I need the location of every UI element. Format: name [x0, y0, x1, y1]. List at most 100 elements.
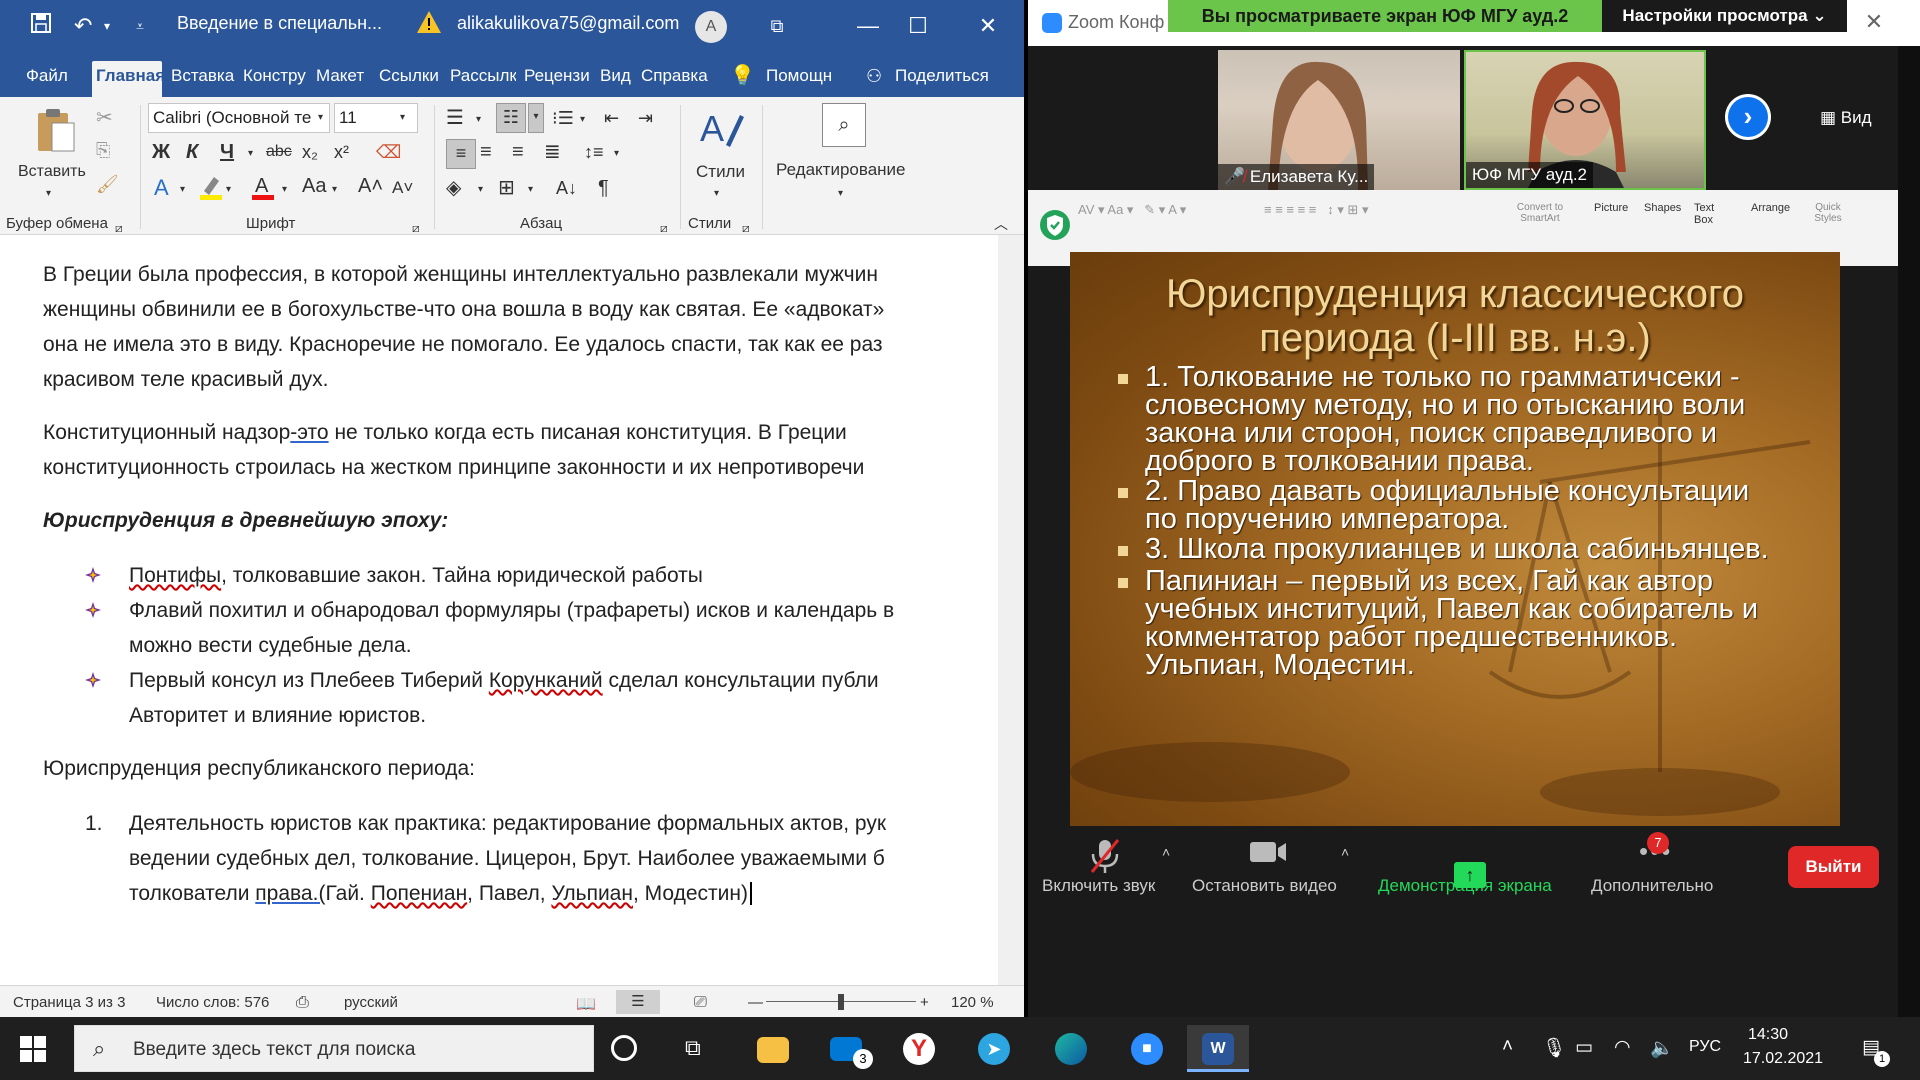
- proofing-icon[interactable]: ⎙: [296, 994, 309, 1012]
- font-size-select[interactable]: 11: [334, 103, 418, 133]
- show-marks-icon[interactable]: ¶: [598, 175, 609, 201]
- undo-dropdown-icon[interactable]: ▾: [104, 12, 110, 40]
- task-view-icon[interactable]: [593, 1025, 655, 1072]
- underline-icon[interactable]: Ч: [220, 139, 234, 165]
- styles-icon[interactable]: A: [696, 105, 746, 155]
- numbering-icon[interactable]: ☷: [496, 103, 526, 133]
- undo-icon[interactable]: ↶: [74, 12, 92, 40]
- edge-browser-icon[interactable]: [1040, 1025, 1102, 1072]
- tab-view[interactable]: Вид: [596, 61, 635, 97]
- font-name-select[interactable]: Calibri (Основной те: [148, 103, 330, 133]
- font-size-dropdown-icon[interactable]: ▾: [400, 105, 405, 131]
- text-effects-dropdown-icon[interactable]: ▾: [180, 177, 185, 203]
- tab-mailings[interactable]: Рассылк: [446, 61, 516, 97]
- windows-start-icon[interactable]: [20, 1036, 46, 1062]
- warning-icon[interactable]: [416, 9, 442, 35]
- lightbulb-icon[interactable]: 💡: [726, 61, 759, 97]
- zoom-level[interactable]: 120 %: [951, 994, 994, 1011]
- tab-insert[interactable]: Вставка: [167, 61, 235, 97]
- shrink-font-icon[interactable]: A˅: [392, 175, 413, 201]
- find-icon[interactable]: ⌕: [822, 103, 866, 147]
- paste-dropdown-icon[interactable]: ▾: [46, 181, 51, 207]
- highlight-icon[interactable]: [198, 173, 224, 208]
- page-count[interactable]: Страница 3 из 3: [13, 994, 125, 1011]
- tab-help[interactable]: Справка: [637, 61, 711, 97]
- input-language[interactable]: РУС: [1689, 1038, 1721, 1056]
- zoom-out-icon[interactable]: —: [748, 994, 763, 1011]
- multilevel-dropdown-icon[interactable]: ▾: [580, 107, 585, 133]
- leave-meeting-button[interactable]: Выйти: [1788, 846, 1879, 888]
- tab-design[interactable]: Констру: [239, 61, 307, 97]
- taskbar-search-box[interactable]: ⌕ Введите здесь текст для поиска: [74, 1025, 594, 1072]
- line-spacing-icon[interactable]: ↕≡: [584, 139, 604, 165]
- text-effects-icon[interactable]: A: [154, 175, 169, 201]
- customize-qat-icon[interactable]: ⩡: [136, 12, 144, 40]
- participant-video[interactable]: 🎤̸ Елизавета Ку...: [1218, 50, 1460, 190]
- font-name-dropdown-icon[interactable]: ▾: [318, 105, 323, 131]
- telegram-icon[interactable]: ➤: [963, 1025, 1025, 1072]
- audio-options-chevron-icon[interactable]: ˄: [1162, 844, 1170, 860]
- file-explorer-icon[interactable]: [742, 1025, 804, 1072]
- participant-video-active-speaker[interactable]: ЮФ МГУ ауд.2: [1464, 50, 1706, 190]
- close-icon[interactable]: ✕: [968, 8, 1008, 44]
- view-button[interactable]: ▦ Вид: [1820, 108, 1872, 128]
- italic-icon[interactable]: К: [186, 139, 198, 165]
- save-icon[interactable]: [30, 12, 52, 41]
- cut-icon[interactable]: ✂: [96, 105, 113, 131]
- unmute-button[interactable]: Включить звук: [1042, 876, 1155, 896]
- tell-me-search[interactable]: Помощн: [762, 61, 836, 97]
- change-case-icon[interactable]: Aa: [302, 173, 326, 199]
- editing-dropdown-icon[interactable]: ▾: [838, 181, 843, 207]
- copy-icon[interactable]: ⎘: [96, 137, 110, 163]
- borders-icon[interactable]: ⊞: [498, 175, 515, 201]
- increase-indent-icon[interactable]: ⇥: [638, 105, 653, 131]
- line-spacing-dropdown-icon[interactable]: ▾: [614, 141, 619, 167]
- avatar[interactable]: A: [695, 11, 727, 43]
- share-button[interactable]: Поделиться: [891, 61, 993, 97]
- web-layout-icon[interactable]: ⎚: [694, 994, 707, 1012]
- align-left-icon[interactable]: ≡: [446, 139, 476, 169]
- wifi-icon[interactable]: ◠: [1614, 1036, 1631, 1059]
- microphone-icon[interactable]: 🎙: [1542, 1036, 1566, 1060]
- read-mode-icon[interactable]: 📖: [576, 994, 596, 1014]
- underline-dropdown-icon[interactable]: ▾: [248, 141, 253, 167]
- styles-button[interactable]: Стили: [696, 159, 745, 185]
- sort-icon[interactable]: A↓: [556, 175, 577, 201]
- superscript-icon[interactable]: x²: [334, 139, 349, 165]
- paste-button[interactable]: Вставить: [18, 159, 86, 185]
- zoom-in-icon[interactable]: +: [920, 994, 929, 1011]
- editing-button[interactable]: Редактирование: [776, 157, 906, 183]
- change-case-dropdown-icon[interactable]: ▾: [332, 177, 337, 203]
- collapse-ribbon-icon[interactable]: ︿: [994, 211, 1008, 237]
- strikethrough-icon[interactable]: abc: [266, 139, 292, 165]
- align-center-icon[interactable]: ≡: [480, 139, 492, 165]
- clear-formatting-icon[interactable]: ⌫: [376, 139, 401, 165]
- clock-time[interactable]: 14:30: [1748, 1026, 1788, 1044]
- bullets-icon[interactable]: ☰: [446, 105, 464, 131]
- account-email[interactable]: alikakulikova75@gmail.com: [457, 13, 679, 34]
- word-app-icon[interactable]: W: [1187, 1025, 1249, 1072]
- close-icon[interactable]: ✕: [1854, 4, 1894, 40]
- bullets-dropdown-icon[interactable]: ▾: [476, 107, 481, 133]
- document-page[interactable]: В Греции была профессия, в которой женщи…: [0, 235, 1024, 985]
- numbering-dropdown-icon[interactable]: ▾: [528, 103, 544, 133]
- highlight-dropdown-icon[interactable]: ▾: [226, 177, 231, 203]
- font-color-dropdown-icon[interactable]: ▾: [282, 177, 287, 203]
- subscript-icon[interactable]: x₂: [302, 139, 318, 165]
- paste-icon[interactable]: [34, 105, 78, 155]
- tab-home[interactable]: Главная: [92, 61, 162, 97]
- justify-icon[interactable]: ≣: [544, 139, 561, 165]
- zoom-app-icon[interactable]: ■: [1116, 1025, 1178, 1072]
- maximize-icon[interactable]: ☐: [898, 8, 938, 44]
- vertical-scrollbar[interactable]: [998, 235, 1024, 985]
- styles-dropdown-icon[interactable]: ▾: [714, 181, 719, 207]
- print-layout-icon[interactable]: ☰: [616, 990, 660, 1014]
- clock-date[interactable]: 17.02.2021: [1743, 1050, 1823, 1068]
- font-color-icon[interactable]: A: [250, 173, 276, 208]
- battery-icon[interactable]: ▭: [1575, 1036, 1593, 1059]
- task-switcher-icon[interactable]: ⧉: [665, 1025, 727, 1072]
- minimize-icon[interactable]: —: [848, 8, 888, 44]
- show-hidden-icons-icon[interactable]: ˄: [1502, 1036, 1513, 1058]
- format-painter-icon[interactable]: 🖌: [96, 171, 119, 197]
- grow-font-icon[interactable]: A˄: [358, 173, 383, 199]
